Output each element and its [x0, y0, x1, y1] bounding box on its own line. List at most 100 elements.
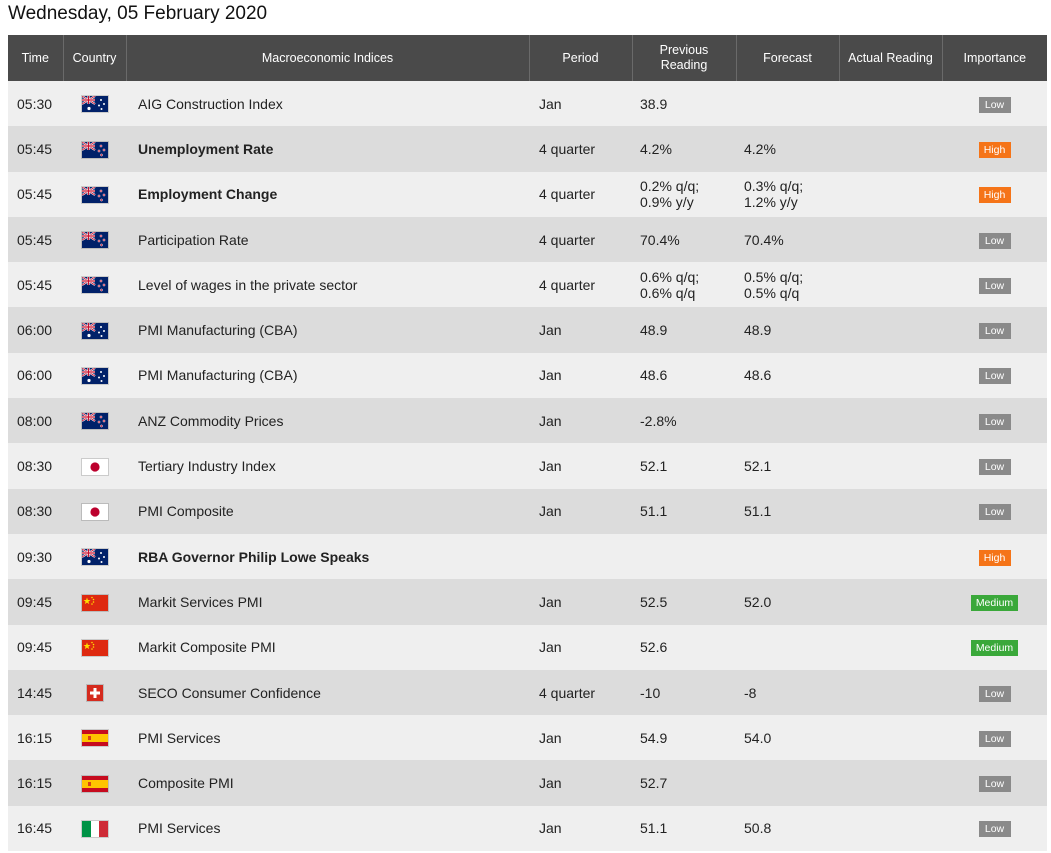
importance-badge: Low	[978, 685, 1011, 702]
cell-time: 16:15	[8, 760, 63, 806]
cell-importance: High	[942, 126, 1047, 172]
cell-country	[63, 171, 126, 217]
cell-time: 09:30	[8, 533, 63, 580]
cell-importance: Medium	[942, 579, 1047, 625]
cell-country	[63, 262, 126, 308]
cell-country	[63, 624, 126, 670]
cell-period: 4 quarter	[529, 669, 632, 716]
cell-previous: 52.1	[632, 443, 736, 489]
cell-indicator-name: Unemployment Rate	[126, 126, 529, 172]
importance-badge: Low	[978, 232, 1011, 249]
header-previous: Previous Reading	[631, 35, 736, 81]
cell-period: Jan	[529, 760, 632, 806]
cell-time: 05:45	[8, 171, 63, 217]
cell-indicator-name: Markit Composite PMI	[126, 624, 529, 670]
cell-forecast: 51.1	[736, 488, 839, 534]
cell-time: 06:00	[8, 352, 63, 399]
cell-time: 09:45	[8, 624, 63, 670]
cell-importance: Low	[942, 398, 1047, 444]
cell-period: Jan	[529, 398, 632, 444]
cell-time: 06:00	[8, 307, 63, 353]
cell-country	[63, 579, 126, 625]
cell-indicator-name: PMI Manufacturing (CBA)	[126, 307, 529, 353]
cell-previous: 70.4%	[632, 216, 736, 263]
cell-time: 08:30	[8, 443, 63, 489]
cell-period: 4 quarter	[529, 171, 632, 217]
cell-actual	[839, 216, 942, 263]
table-row: 16:15 PMI Services Jan 54.9 54.0 Low	[8, 715, 1047, 761]
importance-badge: Low	[978, 96, 1011, 113]
header-time: Time	[8, 35, 63, 81]
cell-period	[529, 533, 632, 580]
header-importance: Importance	[941, 35, 1047, 81]
cell-forecast: -8	[736, 669, 839, 716]
cell-period: Jan	[529, 352, 632, 399]
cell-importance: Low	[942, 216, 1047, 263]
flag-italy-icon	[81, 821, 108, 838]
cell-previous: -2.8%	[632, 398, 736, 444]
table-row: 08:30 PMI Composite Jan 51.1 51.1 Low	[8, 488, 1047, 534]
cell-previous: 51.1	[632, 805, 736, 852]
flag-australia-icon	[81, 549, 108, 566]
table-row: 09:45 Markit Services PMI Jan 52.5 52.0 …	[8, 579, 1047, 625]
cell-country	[63, 760, 126, 806]
cell-country	[63, 352, 126, 399]
header-indices: Macroeconomic Indices	[125, 35, 529, 81]
importance-badge: Low	[978, 323, 1011, 340]
cell-period: 4 quarter	[529, 126, 632, 172]
flag-japan-icon	[81, 458, 108, 475]
cell-forecast	[736, 533, 839, 580]
flag-australia-icon	[81, 96, 108, 113]
cell-forecast: 4.2%	[736, 126, 839, 172]
flag-switzerland-icon	[86, 685, 103, 702]
cell-country	[63, 715, 126, 761]
cell-indicator-name: PMI Services	[126, 805, 529, 852]
cell-period: Jan	[529, 805, 632, 852]
cell-period: Jan	[529, 307, 632, 353]
cell-previous: 52.5	[632, 579, 736, 625]
cell-importance: Low	[942, 715, 1047, 761]
cell-time: 05:45	[8, 216, 63, 263]
cell-period: Jan	[529, 81, 632, 127]
cell-forecast: 48.9	[736, 307, 839, 353]
cell-indicator-name: Level of wages in the private sector	[126, 262, 529, 308]
importance-badge: Low	[978, 821, 1011, 838]
page-title: Wednesday, 05 February 2020	[8, 3, 268, 24]
cell-importance: Low	[942, 81, 1047, 127]
cell-time: 05:30	[8, 81, 63, 127]
cell-forecast: 52.0	[736, 579, 839, 625]
cell-actual	[839, 624, 942, 670]
cell-period: Jan	[529, 579, 632, 625]
importance-badge: Low	[978, 459, 1011, 476]
cell-country	[63, 443, 126, 489]
flag-china-icon	[81, 594, 108, 611]
cell-actual	[839, 760, 942, 806]
cell-importance: Low	[942, 352, 1047, 399]
cell-previous: 48.6	[632, 352, 736, 399]
cell-importance: Low	[942, 307, 1047, 353]
importance-badge: Low	[978, 277, 1011, 294]
cell-importance: High	[942, 533, 1047, 580]
cell-time: 14:45	[8, 669, 63, 716]
cell-previous: 38.9	[632, 81, 736, 127]
cell-previous	[632, 533, 736, 580]
cell-time: 09:45	[8, 579, 63, 625]
cell-importance: Low	[942, 262, 1047, 308]
cell-country	[63, 488, 126, 534]
cell-actual	[839, 126, 942, 172]
flag-new-zealand-icon	[81, 141, 108, 158]
table-row: 05:45 Employment Change 4 quarter 0.2% q…	[8, 171, 1047, 217]
cell-actual	[839, 579, 942, 625]
cell-actual	[839, 805, 942, 852]
cell-time: 08:00	[8, 398, 63, 444]
cell-actual	[839, 669, 942, 716]
cell-forecast: 54.0	[736, 715, 839, 761]
table-row: 05:45 Participation Rate 4 quarter 70.4%…	[8, 216, 1047, 263]
importance-badge: Low	[978, 776, 1011, 793]
table-row: 05:30 AIG Construction Index Jan 38.9 Lo…	[8, 81, 1047, 127]
cell-forecast	[736, 398, 839, 444]
cell-previous: 51.1	[632, 488, 736, 534]
flag-new-zealand-icon	[81, 232, 108, 249]
cell-actual	[839, 443, 942, 489]
cell-previous: -10	[632, 669, 736, 716]
